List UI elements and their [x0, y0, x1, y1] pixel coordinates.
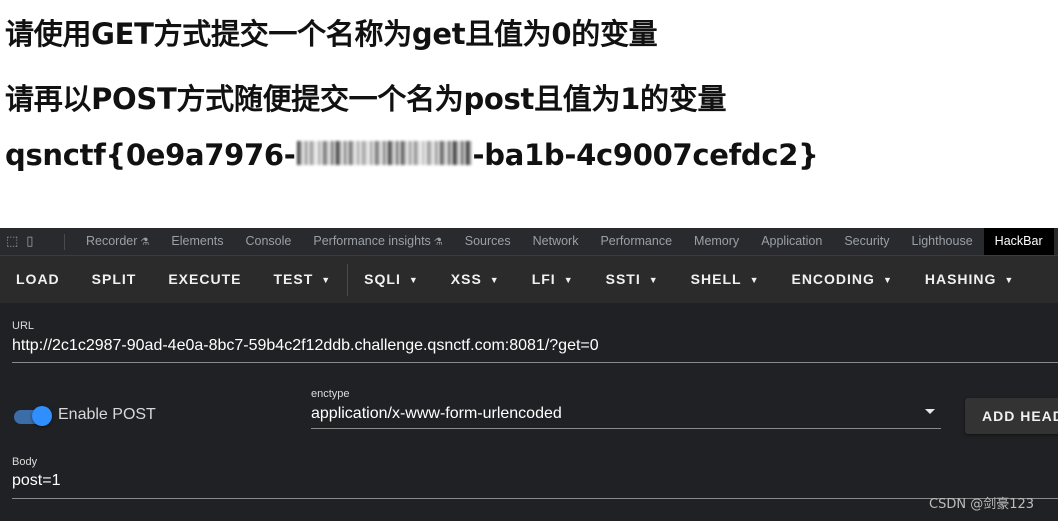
add-header-button[interactable]: ADD HEADER	[965, 398, 1058, 434]
chevron-down-icon	[925, 409, 935, 414]
xss-menu-button[interactable]: XSS ▼	[435, 256, 516, 303]
chevron-down-icon: ▼	[1004, 275, 1015, 285]
chevron-down-icon: ▼	[408, 275, 419, 285]
tab-network[interactable]: Network	[522, 228, 590, 255]
tab-recorder[interactable]: Recorder ⚗	[75, 228, 160, 255]
split-button[interactable]: SPLIT	[76, 256, 153, 303]
tab-performance-insights[interactable]: Performance insights ⚗	[302, 228, 453, 255]
body-label: Body	[12, 456, 38, 468]
devtools-panel: ⬚ ▯ Recorder ⚗ Elements Console Performan…	[0, 228, 1058, 521]
flask-icon: ⚗	[140, 237, 150, 248]
device-toolbar-icon[interactable]: ▯	[26, 235, 33, 248]
url-field[interactable]: http://2c1c2987-90ad-4e0a-8bc7-59b4c2f12…	[12, 334, 1058, 363]
encoding-menu-button[interactable]: ENCODING ▼	[775, 256, 908, 303]
tab-hackbar[interactable]: HackBar	[983, 228, 1054, 255]
tab-sources[interactable]: Sources	[454, 228, 522, 255]
instruction-get: 请使用GET方式提交一个名称为get且值为0的变量	[5, 17, 658, 51]
lfi-menu-button[interactable]: LFI ▼	[516, 256, 590, 303]
url-label: URL	[12, 320, 35, 332]
chevron-down-icon: ▼	[749, 275, 760, 285]
enable-post-label: Enable POST	[58, 406, 156, 423]
flag-text: qsnctf{0e9a7976- -ba1b-4c9007cefdc2}	[5, 138, 819, 172]
devtools-tabbar: ⬚ ▯ Recorder ⚗ Elements Console Performan…	[0, 228, 1058, 256]
instruction-post: 请再以POST方式随便提交一个名为post且值为1的变量	[5, 82, 727, 116]
ssti-menu-button[interactable]: SSTI ▼	[590, 256, 675, 303]
redaction-scribble	[296, 141, 472, 165]
execute-button[interactable]: EXECUTE	[152, 256, 257, 303]
chevron-down-icon: ▼	[563, 275, 574, 285]
sqli-menu-button[interactable]: SQLI ▼	[348, 256, 435, 303]
chevron-down-icon: ▼	[882, 275, 893, 285]
body-field[interactable]: post=1	[12, 470, 1058, 499]
tab-application[interactable]: Application	[750, 228, 833, 255]
enctype-value: application/x-www-form-urlencoded	[311, 405, 562, 422]
enctype-label: enctype	[311, 388, 350, 400]
tab-elements[interactable]: Elements	[160, 228, 234, 255]
flag-prefix: qsnctf{0e9a7976-	[5, 138, 296, 172]
flask-icon: ⚗	[433, 237, 443, 248]
test-menu-button[interactable]: TEST ▼	[257, 256, 347, 303]
tab-performance[interactable]: Performance	[589, 228, 683, 255]
page-content: 请使用GET方式提交一个名称为get且值为0的变量 请再以POST方式随便提交一…	[0, 0, 1058, 228]
chevron-down-icon: ▼	[489, 275, 500, 285]
tab-lighthouse[interactable]: Lighthouse	[901, 228, 984, 255]
chevron-down-icon: ▼	[648, 275, 659, 285]
flag-suffix: -ba1b-4c9007cefdc2}	[472, 138, 819, 172]
hackbar-toolbar: LOAD SPLIT EXECUTE TEST ▼ SQLI ▼ XSS ▼ LFI ▼…	[0, 256, 1058, 303]
inspect-icon[interactable]: ⬚	[6, 235, 18, 248]
watermark: CSDN @剑豪123	[929, 497, 1035, 512]
load-button[interactable]: LOAD	[0, 256, 76, 303]
tab-security[interactable]: Security	[833, 228, 900, 255]
chevron-down-icon: ▼	[321, 275, 332, 285]
enable-post-toggle[interactable]	[14, 406, 52, 428]
tab-console[interactable]: Console	[235, 228, 303, 255]
enctype-select[interactable]: application/x-www-form-urlencoded	[311, 403, 941, 429]
shell-menu-button[interactable]: SHELL ▼	[675, 256, 776, 303]
tab-memory[interactable]: Memory	[683, 228, 750, 255]
hashing-menu-button[interactable]: HASHING ▼	[909, 256, 1030, 303]
